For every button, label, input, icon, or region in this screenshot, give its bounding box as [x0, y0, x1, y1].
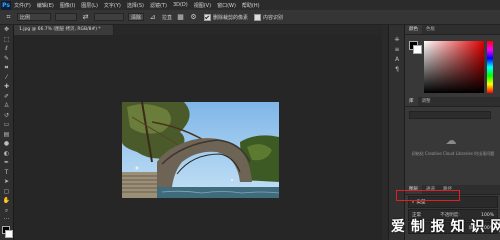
crop-tool-icon[interactable]: ⌗ — [4, 13, 13, 22]
menu-layer[interactable]: 图层(L) — [81, 2, 98, 9]
grid-overlay-icon[interactable]: ▦ — [176, 13, 185, 22]
tab-swatches[interactable]: 色板 — [422, 25, 439, 34]
menu-bar: Ps 文件(F) 编辑(E) 图像(I) 图层(L) 文字(Y) 选择(S) 滤… — [0, 0, 500, 10]
character-panel-icon[interactable]: A — [389, 55, 405, 65]
menu-view[interactable]: 视图(V) — [194, 2, 211, 9]
cc-error-message: 初始化 Creative Cloud Libraries 时出现问题 — [411, 151, 495, 156]
tools-panel: ✥ ⬚ ℓ ✎ ⌗ ⁄ ✚ ✐ ♙ ↺ ▭ ▤ ● ◐ ✒ T ➤ ▢ ✋ ⌕ … — [0, 25, 14, 240]
tab-adjustments[interactable]: 调整 — [418, 97, 435, 106]
menu-file[interactable]: 文件(F) — [14, 2, 31, 9]
paragraph-panel-icon[interactable]: ¶ — [389, 65, 405, 75]
gradient-tool-icon[interactable]: ▤ — [0, 130, 13, 140]
menu-window[interactable]: 窗口(W) — [217, 2, 236, 9]
path-select-icon[interactable]: ➤ — [0, 177, 13, 187]
document-tab[interactable]: 1.jpg @ 66.7% (图层 拷贝, RGB/8#) * — [14, 25, 114, 35]
lasso-tool-icon[interactable]: ℓ — [0, 44, 13, 54]
straighten-icon[interactable]: ⊿ — [148, 13, 157, 22]
menu-3d[interactable]: 3D(D) — [173, 2, 188, 8]
crop-tool-icon[interactable]: ⌗ — [0, 63, 13, 73]
content-aware-label: 内容识别 — [263, 14, 284, 21]
photoshop-logo: Ps — [1, 0, 11, 10]
delete-cropped-label: 删除裁剪的像素 — [213, 14, 249, 21]
clear-button[interactable]: 清除 — [128, 13, 144, 21]
pen-tool-icon[interactable]: ✒ — [0, 158, 13, 168]
properties-panel-icon[interactable]: ≡ — [389, 45, 405, 55]
color-field[interactable] — [424, 41, 484, 93]
color-panel-tabs: 颜色 色板 — [405, 25, 500, 35]
background-swatch[interactable] — [413, 45, 422, 54]
hue-slider[interactable] — [487, 41, 493, 93]
library-panel-tabs: 库 调整 — [405, 97, 500, 107]
straighten-label[interactable]: 拉直 — [162, 14, 172, 21]
highlight-box — [396, 190, 460, 201]
history-brush-icon[interactable]: ↺ — [0, 111, 13, 121]
ratio-select[interactable]: 比例 — [17, 13, 51, 21]
menu-type[interactable]: 文字(Y) — [104, 2, 121, 9]
content-aware-checkbox[interactable] — [254, 13, 262, 21]
collapsed-panel-dock: ⎈ ≡ A ¶ — [388, 25, 405, 240]
more-tools-icon[interactable]: ··· — [0, 215, 13, 225]
menu-help[interactable]: 帮助(H) — [242, 2, 260, 9]
type-tool-icon[interactable]: T — [0, 168, 13, 178]
blur-tool-icon[interactable]: ● — [0, 139, 13, 149]
brush-tool-icon[interactable]: ✐ — [0, 92, 13, 102]
color-swatches[interactable] — [0, 225, 13, 239]
gear-icon[interactable]: ⚙ — [189, 13, 198, 22]
move-tool-icon[interactable]: ✥ — [0, 25, 13, 35]
marquee-tool-icon[interactable]: ⬚ — [0, 35, 13, 45]
libraries-panel: ☁ 初始化 Creative Cloud Libraries 时出现问题 — [405, 107, 500, 185]
swap-icon[interactable]: ⇄ — [81, 13, 90, 22]
width-input[interactable] — [55, 13, 77, 21]
menu-select[interactable]: 选择(S) — [127, 2, 144, 9]
eraser-tool-icon[interactable]: ▭ — [0, 120, 13, 130]
healing-tool-icon[interactable]: ✚ — [0, 82, 13, 92]
shape-tool-icon[interactable]: ▢ — [0, 187, 13, 197]
watermark-text: 爱 制 报 知 识 网 — [391, 219, 500, 235]
height-input[interactable] — [94, 13, 124, 21]
menu-image[interactable]: 图像(I) — [60, 2, 75, 9]
history-panel-icon[interactable]: ⎈ — [389, 35, 405, 45]
library-select[interactable] — [409, 111, 491, 119]
tab-color[interactable]: 颜色 — [405, 25, 422, 34]
color-picker[interactable] — [405, 35, 500, 97]
creative-cloud-icon: ☁ — [445, 134, 457, 147]
tab-row — [114, 25, 382, 35]
stamp-tool-icon[interactable]: ♙ — [0, 101, 13, 111]
dodge-tool-icon[interactable]: ◐ — [0, 149, 13, 159]
menu-edit[interactable]: 编辑(E) — [37, 2, 54, 9]
document-image[interactable] — [122, 102, 279, 198]
right-panels: 颜色 色板 库 调整 ☁ 初始化 Creative Cloud Librarie… — [404, 25, 500, 240]
menu-filter[interactable]: 滤镜(T) — [150, 2, 167, 9]
bridge-photo — [122, 102, 279, 198]
delete-cropped-checkbox[interactable] — [204, 13, 212, 21]
options-bar: ⌗ 比例 ⇄ 清除 ⊿ 拉直 ▦ ⚙ 删除裁剪的像素 内容识别 — [0, 10, 500, 25]
quick-select-tool-icon[interactable]: ✎ — [0, 54, 13, 64]
hand-tool-icon[interactable]: ✋ — [0, 196, 13, 206]
eyedropper-tool-icon[interactable]: ⁄ — [0, 73, 13, 83]
tab-libraries[interactable]: 库 — [405, 97, 418, 106]
zoom-tool-icon[interactable]: ⌕ — [0, 206, 13, 216]
